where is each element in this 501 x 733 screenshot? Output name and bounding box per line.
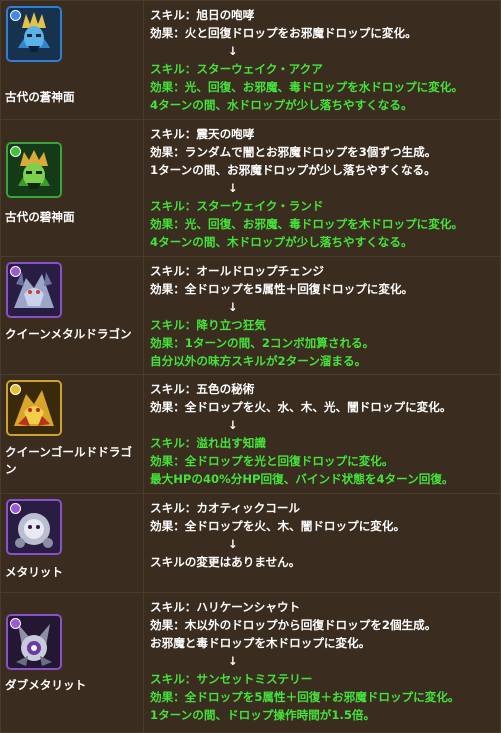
effect-before-line: 効果：全ドロップを火、木、闇ドロップに変化。 <box>150 519 406 533</box>
table-row: 古代の碧神面 スキル：震天の咆哮 効果：ランダムで闇とお邪魔ドロップを3個ずつ生… <box>0 119 501 257</box>
arrow-down-icon: ↓ <box>228 181 238 195</box>
monster-name: メタリット <box>5 565 63 579</box>
monster-name: クイーンメタルドラゴン <box>5 327 132 341</box>
skill-cell: スキル：ハリケーンシャウト 効果：木以外のドロップから回復ドロップを2個生成。 … <box>143 592 501 733</box>
table-row: ダブメタリット スキル：ハリケーンシャウト 効果：木以外のドロップから回復ドロッ… <box>0 592 501 733</box>
table-row: クイーンメタルドラゴン スキル：オールドロップチェンジ 効果：全ドロップを5属性… <box>0 256 501 375</box>
skill-before: スキル：五色の秘術 <box>150 382 255 396</box>
effect-after-line: 効果：全ドロップを5属性＋回復＋お邪魔ドロップに変化。 <box>150 690 460 704</box>
skill-change-table: 古代の蒼神面 スキル：旭日の咆哮 効果：火と回復ドロップをお邪魔ドロップに変化。… <box>0 0 501 733</box>
effect-before-line: 効果：ランダムで闇とお邪魔ドロップを3個ずつ生成。 <box>150 145 437 159</box>
monster-name: 古代の蒼神面 <box>5 90 75 104</box>
effect-after-line: 1ターンの間、ドロップ操作時間が1.5倍。 <box>150 708 376 722</box>
skill-cell: スキル：旭日の咆哮 効果：火と回復ドロップをお邪魔ドロップに変化。 ↓ スキル：… <box>143 0 501 120</box>
arrow-down-icon: ↓ <box>228 654 238 668</box>
effect-before-line: 効果：全ドロップを5属性＋回復ドロップに変化。 <box>150 282 414 296</box>
no-change-note: スキルの変更はありません。 <box>150 555 301 569</box>
effect-before-line: 効果：木以外のドロップから回復ドロップを2個生成。 <box>150 618 437 632</box>
table-row: メタリット スキル：カオティックコール 効果：全ドロップを火、木、闇ドロップに変… <box>0 493 501 593</box>
monster-cell: ダブメタリット <box>0 592 144 733</box>
effect-after-line: 4ターンの間、水ドロップが少し落ちやすくなる。 <box>150 98 413 112</box>
skill-after: スキル：溢れ出す知識 <box>150 436 266 450</box>
skill-after: スキル：サンセットミステリー <box>150 672 313 686</box>
dub-metalit-icon[interactable] <box>6 614 62 670</box>
green-mask-god-icon[interactable] <box>6 142 62 198</box>
monster-name: ダブメタリット <box>5 678 87 692</box>
table-row: クイーンゴールドドラゴン スキル：五色の秘術 効果：全ドロップを火、水、木、光、… <box>0 374 501 494</box>
skill-cell: スキル：震天の咆哮 効果：ランダムで闇とお邪魔ドロップを3個ずつ生成。 1ターン… <box>143 119 501 257</box>
effect-after-line: 効果：全ドロップを光と回復ドロップに変化。 <box>150 454 394 468</box>
monster-cell: 古代の碧神面 <box>0 119 144 257</box>
effect-before-line: 効果：火と回復ドロップをお邪魔ドロップに変化。 <box>150 26 417 40</box>
skill-after: スキル：スターウェイク・アクア <box>150 62 323 76</box>
effect-before-line: 効果：全ドロップを火、水、木、光、闇ドロップに変化。 <box>150 400 452 414</box>
skill-after: スキル：スターウェイク・ランド <box>150 199 324 213</box>
effect-after-line: 効果：1ターンの間、2コンボ加算される。 <box>150 336 375 350</box>
table-row: 古代の蒼神面 スキル：旭日の咆哮 効果：火と回復ドロップをお邪魔ドロップに変化。… <box>0 0 501 120</box>
skill-cell: スキル：五色の秘術 効果：全ドロップを火、水、木、光、闇ドロップに変化。 ↓ ス… <box>143 374 501 494</box>
effect-after-line: 効果：光、回復、お邪魔、毒ドロップを木ドロップに変化。 <box>150 217 464 231</box>
skill-before: スキル：オールドロップチェンジ <box>150 264 324 278</box>
skill-cell: スキル：カオティックコール 効果：全ドロップを火、木、闇ドロップに変化。 ↓ ス… <box>143 493 501 593</box>
monster-cell: クイーンメタルドラゴン <box>0 256 144 375</box>
monster-name: クイーンゴールドドラゴン <box>5 445 132 476</box>
monster-cell: メタリット <box>0 493 144 593</box>
arrow-down-icon: ↓ <box>228 44 238 58</box>
blue-mask-god-icon[interactable] <box>6 6 62 62</box>
effect-after-line: 自分以外の味方スキルが2ターン溜まる。 <box>150 354 367 368</box>
arrow-down-icon: ↓ <box>228 300 238 314</box>
effect-before-line: お邪魔と毒ドロップを木ドロップに変化。 <box>150 636 371 650</box>
metalit-icon[interactable] <box>6 499 62 555</box>
gold-dragon-icon[interactable] <box>6 380 62 436</box>
monster-cell: 古代の蒼神面 <box>0 0 144 120</box>
effect-after-line: 4ターンの間、木ドロップが少し落ちやすくなる。 <box>150 235 413 249</box>
skill-before: スキル：ハリケーンシャウト <box>150 600 301 614</box>
skill-before: スキル：カオティックコール <box>150 501 301 515</box>
skill-before: スキル：震天の咆哮 <box>150 127 255 141</box>
effect-after-line: 効果：光、回復、お邪魔、毒ドロップを水ドロップに変化。 <box>150 80 464 94</box>
metal-dragon-icon[interactable] <box>6 262 62 318</box>
skill-before: スキル：旭日の咆哮 <box>150 8 255 22</box>
arrow-down-icon: ↓ <box>228 537 238 551</box>
skill-cell: スキル：オールドロップチェンジ 効果：全ドロップを5属性＋回復ドロップに変化。 … <box>143 256 501 375</box>
monster-cell: クイーンゴールドドラゴン <box>0 374 144 494</box>
skill-after: スキル：降り立つ狂気 <box>150 318 266 332</box>
effect-before-line: 1ターンの間、お邪魔ドロップが少し落ちやすくなる。 <box>150 163 436 177</box>
effect-after-line: 最大HPの40%分HP回復、バインド状態を4ターン回復。 <box>150 472 454 486</box>
arrow-down-icon: ↓ <box>228 418 238 432</box>
monster-name: 古代の碧神面 <box>5 210 75 224</box>
